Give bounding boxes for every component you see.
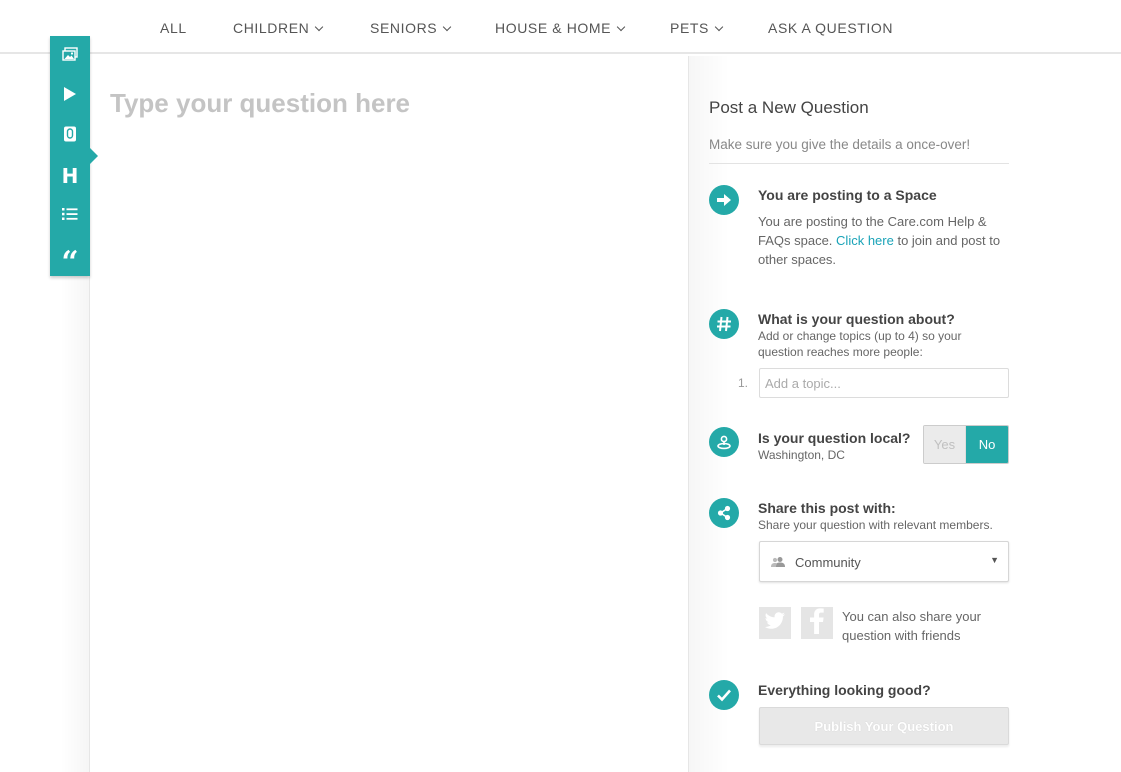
topics-step-title: What is your question about? xyxy=(758,311,955,327)
twitter-share-button[interactable] xyxy=(759,607,791,639)
insert-image-button[interactable] xyxy=(50,36,90,76)
nav-children-label: CHILDREN xyxy=(233,20,310,36)
nav-seniors-label: SENIORS xyxy=(370,20,438,36)
nav-house-home-label: HOUSE & HOME xyxy=(495,20,612,36)
quote-button[interactable]: “ xyxy=(50,236,90,280)
topic-number: 1. xyxy=(738,376,749,390)
arrow-right-circle-icon xyxy=(709,185,739,215)
share-audience-select[interactable]: Community ▼ xyxy=(759,541,1009,582)
topics-step-text: Add or change topics (up to 4) so your q… xyxy=(758,329,962,359)
panel-subtitle: Make sure you give the details a once-ov… xyxy=(709,137,971,152)
heading-button[interactable]: H xyxy=(50,156,90,196)
facebook-icon xyxy=(810,607,824,639)
chevron-down-icon xyxy=(442,22,452,32)
insert-attachment-button[interactable] xyxy=(50,116,90,156)
chevron-down-icon xyxy=(315,22,324,32)
location-pin-icon xyxy=(709,427,739,457)
chevron-down-icon xyxy=(714,22,724,32)
share-step-title: Share this post with: xyxy=(758,500,896,516)
share-select-value: Community xyxy=(795,555,861,570)
list-icon xyxy=(62,207,78,226)
topic-input[interactable] xyxy=(759,368,1009,398)
social-share-text: You can also share your question with fr… xyxy=(842,609,982,643)
nav-pets[interactable]: PETS xyxy=(670,20,724,36)
question-title-input[interactable] xyxy=(110,88,670,119)
nav-all-label: ALL xyxy=(160,20,187,36)
nav-children[interactable]: CHILDREN xyxy=(233,20,324,36)
image-icon xyxy=(62,46,78,66)
space-step-text: You are posting to the Care.com Help & F… xyxy=(758,212,1018,269)
top-nav: ALL CHILDREN SENIORS HOUSE & HOME PETS A… xyxy=(0,0,1121,54)
final-step-title: Everything looking good? xyxy=(758,682,931,698)
local-step-title: Is your question local? xyxy=(758,430,911,446)
nav-seniors[interactable]: SENIORS xyxy=(370,20,452,36)
post-question-panel: Post a New Question Make sure you give t… xyxy=(689,56,1121,772)
local-yes-option[interactable]: Yes xyxy=(924,426,967,463)
nav-house-home[interactable]: HOUSE & HOME xyxy=(495,20,626,36)
insert-video-button[interactable] xyxy=(50,76,90,116)
nav-pets-label: PETS xyxy=(670,20,709,36)
nav-ask-question[interactable]: ASK A QUESTION xyxy=(768,20,893,36)
publish-button[interactable]: Publish Your Question xyxy=(759,707,1009,745)
twitter-icon xyxy=(764,611,786,635)
question-editor xyxy=(89,56,689,772)
share-step-text: Share your question with relevant member… xyxy=(758,518,993,532)
local-no-option[interactable]: No xyxy=(966,426,1008,463)
divider xyxy=(709,163,1009,164)
people-icon xyxy=(770,555,786,573)
heading-icon: H xyxy=(61,164,79,188)
panel-title: Post a New Question xyxy=(709,98,869,117)
nav-all[interactable]: ALL xyxy=(160,20,187,36)
space-step-title: You are posting to a Space xyxy=(758,187,937,203)
local-location: Washington, DC xyxy=(758,448,845,462)
nav-ask-question-label: ASK A QUESTION xyxy=(768,20,894,36)
quote-icon: “ xyxy=(61,244,79,280)
checkmark-icon xyxy=(709,680,739,710)
attachment-icon xyxy=(63,126,77,147)
facebook-share-button[interactable] xyxy=(801,607,833,639)
play-video-icon xyxy=(63,86,77,107)
join-space-link[interactable]: Click here xyxy=(836,233,894,248)
toolbar-pointer xyxy=(90,148,98,164)
chevron-down-icon xyxy=(616,22,626,32)
list-button[interactable] xyxy=(50,196,90,236)
formatting-toolbar: H “ xyxy=(50,36,90,280)
local-toggle: Yes No xyxy=(923,425,1009,464)
share-icon xyxy=(709,498,739,528)
caret-down-icon: ▼ xyxy=(990,555,999,565)
hashtag-icon xyxy=(709,309,739,339)
